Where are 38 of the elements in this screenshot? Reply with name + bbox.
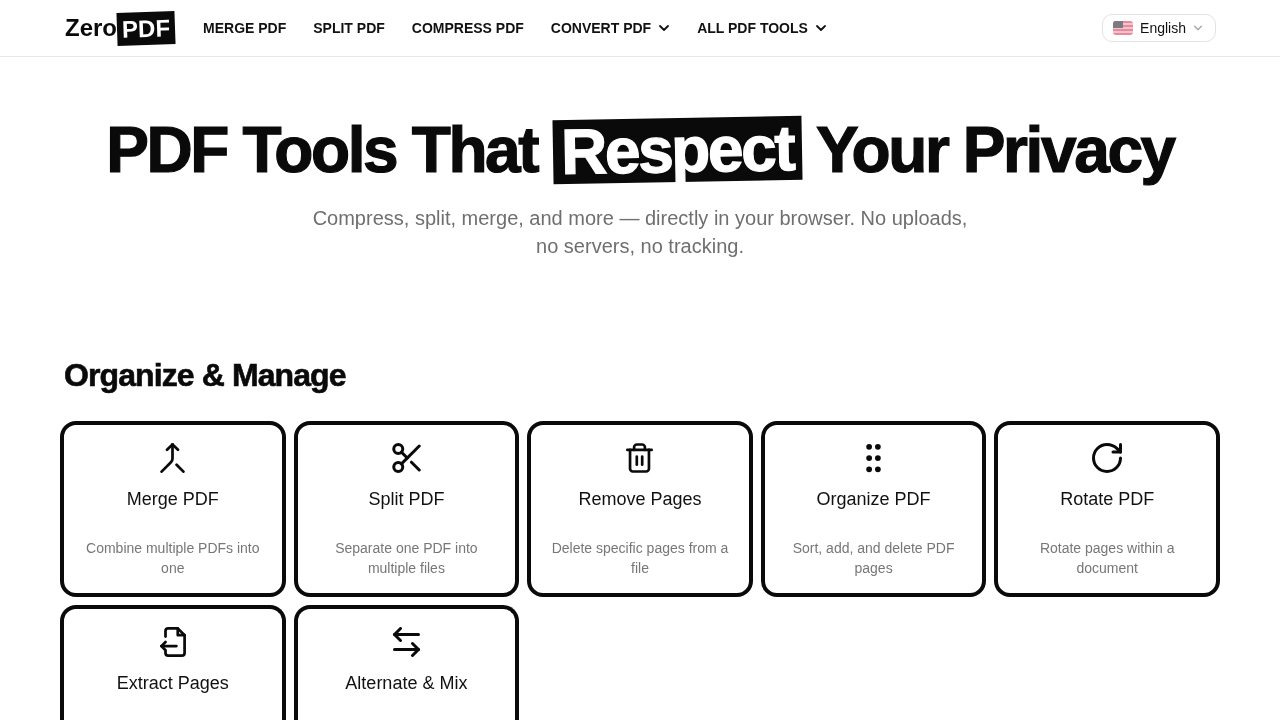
- tool-description: Combine multiple PDFs into one: [85, 539, 261, 578]
- nav-link[interactable]: COMPRESS PDF: [411, 18, 524, 38]
- circular-arrow-icon: [1092, 443, 1123, 473]
- nav-link[interactable]: MERGE PDF: [203, 18, 287, 38]
- tool-card[interactable]: Organize PDF Sort, add, and delete PDF pages: [760, 421, 987, 597]
- chevron-down-icon: [1193, 23, 1203, 33]
- nav-link[interactable]: CONVERT PDF: [550, 18, 671, 38]
- language-select[interactable]: English: [1102, 14, 1216, 42]
- tool-title: Alternate & Mix: [345, 672, 468, 695]
- hero-heading: PDF Tools That Respect Your Privacy: [105, 115, 1176, 185]
- tool-title: Extract Pages: [116, 672, 229, 695]
- tool-title: Merge PDF: [126, 488, 219, 511]
- tool-description: Delete specific pages from a file: [550, 539, 730, 578]
- tool-card[interactable]: Split PDF Separate one PDF into multiple files: [293, 421, 520, 597]
- tool-title: Rotate PDF: [1060, 488, 1155, 511]
- trash-icon: [626, 443, 654, 473]
- tool-description: Sort, add, and delete PDF pages: [791, 539, 956, 578]
- tool-title: Split PDF: [368, 488, 445, 511]
- tool-description: Separate one PDF into multiple files: [334, 539, 479, 578]
- scissors-icon: [391, 443, 421, 473]
- nav-link[interactable]: ALL PDF TOOLS: [697, 18, 827, 38]
- site-logo[interactable]: Zero PDF: [64, 8, 176, 48]
- tool-title: Remove Pages: [578, 488, 702, 511]
- tool-title: Organize PDF: [816, 488, 931, 511]
- tool-card[interactable]: Remove Pages Delete specific pages from a file: [527, 421, 753, 597]
- tool-card[interactable]: Rotate PDF Rotate pages within a document: [994, 421, 1220, 597]
- tool-card[interactable]: Extract Pages: [60, 605, 286, 720]
- tool-card[interactable]: Alternate & Mix: [293, 605, 520, 720]
- tool-description: Rotate pages within a document: [1038, 539, 1176, 578]
- nav-link[interactable]: SPLIT PDF: [313, 18, 385, 38]
- grip-dots-icon: [866, 443, 882, 473]
- merge-arrow-icon: [160, 443, 186, 473]
- section-heading: Organize & Manage: [64, 357, 347, 393]
- file-arrow-icon: [159, 627, 186, 657]
- flag-icon: [1113, 21, 1134, 35]
- tool-card[interactable]: Merge PDF Combine multiple PDFs into one: [60, 421, 286, 597]
- swap-arrows-icon: [392, 627, 420, 657]
- hero-subtitle: Compress, split, merge, and more — directly in your browser. No uploads, no servers, no tracking.: [311, 206, 969, 259]
